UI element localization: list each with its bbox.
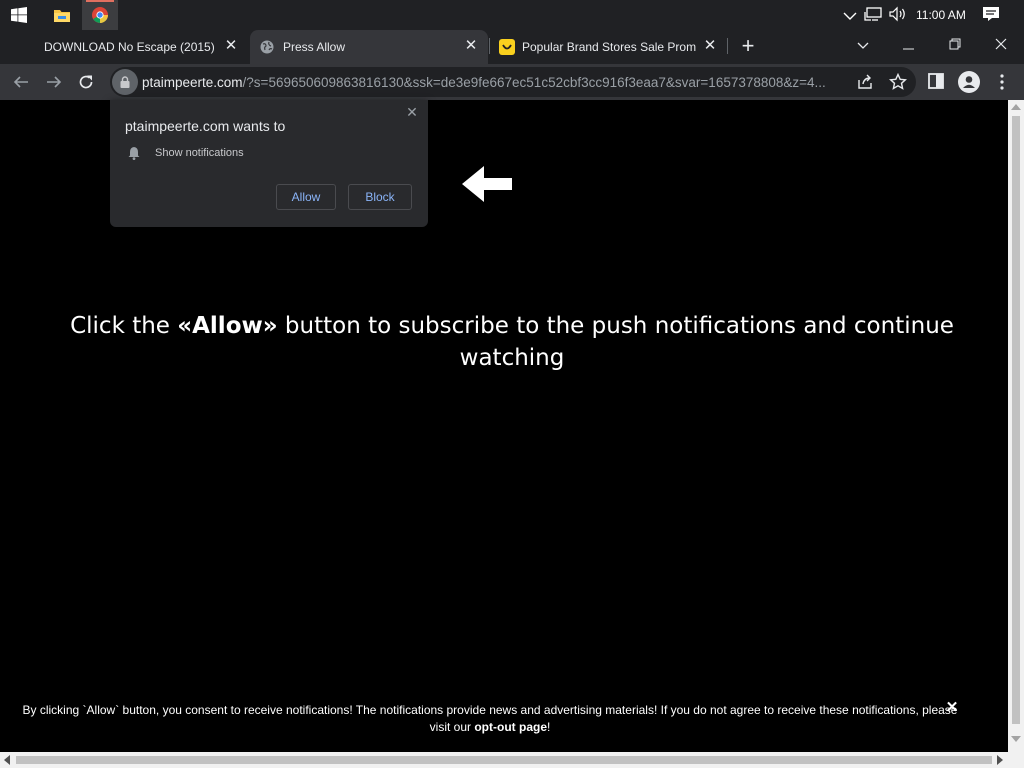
arrow-left-icon (462, 166, 512, 202)
forward-icon[interactable] (40, 68, 68, 96)
bell-icon (128, 147, 140, 160)
block-button[interactable]: Block (348, 184, 412, 210)
action-center-icon[interactable] (982, 6, 1002, 24)
minimize-icon[interactable] (886, 30, 932, 60)
tab-press-allow[interactable]: Press Allow ✕ (250, 30, 488, 64)
prompt-title: ptaimpeerte.com wants to (125, 118, 286, 134)
tab-separator (727, 38, 728, 54)
address-bar[interactable]: ptaimpeerte.com/?s=569650609863816130&ss… (110, 67, 916, 97)
tab-popular-brand-stores[interactable]: Popular Brand Stores Sale Promo ✕ (490, 30, 726, 64)
tab-download-no-escape[interactable]: DOWNLOAD No Escape (2015) | | ✕ (26, 30, 248, 64)
file-explorer-icon (54, 10, 70, 22)
site-info-button[interactable] (112, 69, 138, 95)
scroll-up-arrow[interactable] (1011, 104, 1021, 110)
horizontal-scrollbar[interactable] (0, 752, 1024, 768)
windows-start-icon (11, 7, 27, 23)
permission-item: Show notifications (155, 147, 244, 159)
vertical-scrollbar[interactable] (1008, 100, 1024, 752)
side-panel-icon[interactable] (928, 73, 946, 91)
tab-title: Press Allow (283, 40, 346, 54)
scrollbar-thumb[interactable] (1012, 116, 1020, 724)
scrollbar-thumb[interactable] (16, 756, 992, 764)
footer-end: ! (547, 720, 551, 734)
page-headline: Click the «Allow» button to subscribe to… (60, 310, 964, 374)
reload-icon[interactable] (72, 68, 100, 96)
headline-text: Click the (70, 313, 178, 339)
scroll-right-arrow[interactable] (997, 755, 1003, 765)
tab-separator (489, 38, 490, 54)
tab-search-icon[interactable] (840, 30, 886, 60)
emoji-icon (499, 39, 515, 55)
chevron-up-icon[interactable] (842, 6, 858, 24)
close-icon[interactable]: ✕ (462, 37, 480, 55)
allow-button[interactable]: Allow (276, 184, 336, 210)
file-explorer-button[interactable] (44, 0, 80, 30)
url-host: ptaimpeerte.com (142, 75, 243, 90)
windows-taskbar: 11:00 AM (0, 0, 1024, 30)
chrome-icon (92, 7, 108, 23)
url-text[interactable]: ptaimpeerte.com/?s=569650609863816130&ss… (142, 75, 848, 90)
lock-icon (120, 76, 130, 88)
url-path: /?s=569650609863816130&ssk=de3e9fe667ec5… (242, 75, 826, 90)
tab-title: Popular Brand Stores Sale Promo (522, 40, 696, 54)
notification-permission-prompt: ptaimpeerte.com wants to ✕ Show notifica… (110, 100, 428, 227)
volume-icon[interactable] (888, 6, 908, 24)
scroll-down-arrow[interactable] (1011, 736, 1021, 742)
close-icon[interactable]: ✕ (701, 37, 719, 55)
close-icon[interactable]: ✕ (944, 700, 960, 716)
close-icon[interactable]: ✕ (404, 104, 420, 120)
headline-allow-emphasis: «Allow» (177, 313, 278, 339)
new-tab-icon[interactable]: + (736, 35, 760, 59)
headline-text-rest: button to subscribe to the push notifica… (277, 313, 954, 371)
profile-icon[interactable] (958, 71, 980, 93)
windows-start-button[interactable] (0, 0, 36, 30)
consent-footer: By clicking `Allow` button, you consent … (20, 702, 960, 736)
restore-icon[interactable] (932, 30, 978, 60)
scroll-left-arrow[interactable] (4, 755, 10, 765)
globe-icon (260, 40, 274, 54)
close-window-icon[interactable] (978, 30, 1024, 60)
taskbar-clock[interactable]: 11:00 AM (916, 8, 966, 22)
tab-title: DOWNLOAD No Escape (2015) | | (44, 40, 214, 54)
chrome-taskbar-button[interactable] (82, 0, 118, 30)
network-icon[interactable] (864, 6, 882, 24)
menu-icon[interactable] (994, 73, 1010, 91)
back-icon[interactable] (7, 68, 35, 96)
share-icon[interactable] (856, 73, 874, 91)
browser-toolbar: ptaimpeerte.com/?s=569650609863816130&ss… (0, 64, 1024, 100)
close-icon[interactable]: ✕ (222, 37, 240, 55)
active-app-indicator (86, 0, 114, 2)
star-icon[interactable] (888, 72, 908, 91)
opt-out-link[interactable]: opt-out page (474, 720, 547, 734)
